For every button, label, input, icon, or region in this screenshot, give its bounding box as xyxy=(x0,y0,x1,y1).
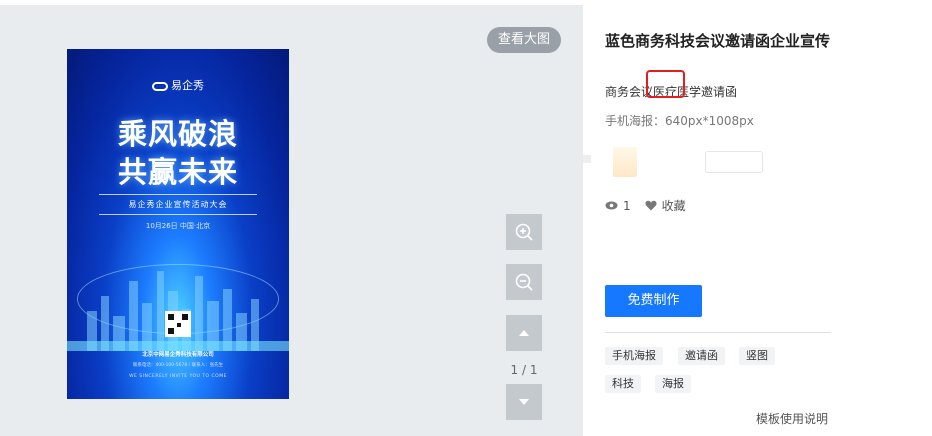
stats-row: 1 收藏 xyxy=(605,197,700,214)
template-title: 蓝色商务科技会议邀请函企业宣传 xyxy=(605,32,831,50)
tag-item[interactable]: 科技 xyxy=(605,375,641,393)
tag-item[interactable]: 邀请函 xyxy=(678,347,725,365)
zoom-out-icon xyxy=(515,273,533,291)
follow-button[interactable] xyxy=(705,151,763,173)
poster-divider-bottom xyxy=(99,214,257,215)
poster-divider-top xyxy=(99,194,257,195)
free-create-button[interactable]: 免费制作 xyxy=(605,285,702,317)
highlight-box xyxy=(646,70,685,98)
poster-qr-code xyxy=(165,311,191,337)
favorite-button[interactable]: 收藏 xyxy=(645,197,686,214)
detail-panel: 蓝色商务科技会议邀请函企业宣传 商务会议医疗医学邀请函 手机海报：640px*1… xyxy=(583,5,853,436)
poster-date: 10月26日 中国·北京 xyxy=(145,222,211,230)
template-guide-link[interactable]: 模板使用说明 xyxy=(756,410,828,427)
logo-ring-icon xyxy=(152,81,168,91)
zoom-out-button[interactable] xyxy=(506,264,542,300)
poster-headline-2: 共赢未来 xyxy=(117,155,238,189)
view-large-button[interactable]: 查看大图 xyxy=(487,27,561,53)
divider xyxy=(605,332,831,333)
poster-subtitle: 易企秀企业宣传活动大会 xyxy=(128,200,228,209)
author-avatar[interactable] xyxy=(613,147,637,177)
thumbnail-placeholder xyxy=(583,155,591,163)
tag-item[interactable]: 竖图 xyxy=(739,347,775,365)
poster-contact: 联系电话：400-100-5678 / 联系人：张先生 xyxy=(132,363,224,368)
poster-city-skyline xyxy=(67,271,289,351)
tag-item[interactable]: 海报 xyxy=(655,375,691,393)
zoom-in-icon xyxy=(515,223,533,241)
poster-invite: WE SINCERELY INVITE YOU TO COME xyxy=(129,374,227,379)
poster-company: 北京中网易企秀科技有限公司 xyxy=(142,352,214,358)
tag-item[interactable]: 手机海报 xyxy=(605,347,663,365)
heart-icon xyxy=(645,200,657,211)
preview-area: 查看大图 易企秀 乘风破浪 共赢未来 易企秀企业宣传活动大会 10月26日 中国… xyxy=(0,5,583,436)
prev-page-button[interactable] xyxy=(506,315,542,351)
views-stat: 1 xyxy=(605,199,631,213)
poster-logo: 易企秀 xyxy=(67,77,289,93)
zoom-in-button[interactable] xyxy=(506,214,542,250)
poster-image: 易企秀 乘风破浪 共赢未来 易企秀企业宣传活动大会 10月26日 中国·北京 北… xyxy=(67,49,289,399)
triangle-down-icon xyxy=(519,399,529,405)
page-indicator: 1 / 1 xyxy=(510,363,538,377)
eye-icon xyxy=(605,201,618,210)
poster-headline-1: 乘风破浪 xyxy=(117,117,238,151)
template-detail-page: 查看大图 易企秀 乘风破浪 共赢未来 易企秀企业宣传活动大会 10月26日 中国… xyxy=(0,0,932,436)
template-spec: 手机海报：640px*1008px xyxy=(605,114,754,128)
triangle-up-icon xyxy=(519,330,529,336)
next-page-button[interactable] xyxy=(506,384,542,420)
